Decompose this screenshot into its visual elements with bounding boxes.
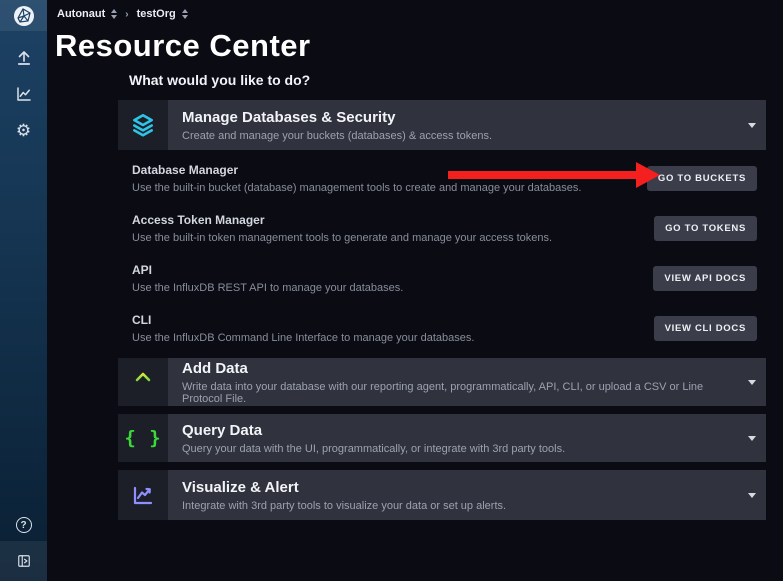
- topbar: Autonaut › testOrg: [47, 0, 783, 28]
- add-data-title: Add Data: [182, 360, 738, 377]
- manage-databases-panel[interactable]: Manage Databases & Security Create and m…: [118, 100, 766, 150]
- row-description: Use the built-in token management tools …: [132, 232, 552, 244]
- collapse-caret-icon[interactable]: [738, 100, 766, 150]
- go-to-buckets-button[interactable]: GO TO BUCKETS: [647, 166, 757, 191]
- query-data-title: Query Data: [182, 422, 738, 439]
- row-description: Use the InfluxDB Command Line Interface …: [132, 332, 474, 344]
- query-data-panel[interactable]: { } Query Data Query your data with the …: [118, 414, 766, 462]
- upload-icon: [118, 358, 168, 406]
- access-token-manager-row: Access Token Manager Use the built-in to…: [118, 203, 766, 253]
- cli-row: CLI Use the InfluxDB Command Line Interf…: [118, 303, 766, 353]
- add-data-description: Write data into your database with our r…: [182, 381, 738, 405]
- graph-nav-icon[interactable]: [13, 83, 35, 105]
- manage-panel-description: Create and manage your buckets (database…: [182, 130, 738, 142]
- page-subtitle: What would you like to do?: [129, 72, 310, 88]
- upload-nav-icon[interactable]: [13, 47, 35, 69]
- layers-icon: [118, 100, 168, 150]
- manage-detail-rows: Database Manager Use the built-in bucket…: [118, 153, 766, 353]
- influxdb-logo[interactable]: [0, 0, 47, 31]
- database-manager-row: Database Manager Use the built-in bucket…: [118, 153, 766, 203]
- braces-icon: { }: [118, 414, 168, 462]
- visualize-alert-title: Visualize & Alert: [182, 479, 738, 496]
- manage-panel-title: Manage Databases & Security: [182, 109, 738, 126]
- collapse-caret-icon[interactable]: [738, 470, 766, 520]
- gear-icon[interactable]: ⚙: [13, 119, 35, 141]
- view-api-docs-button[interactable]: VIEW API DOCS: [653, 266, 757, 291]
- breadcrumb-separator: ›: [125, 9, 128, 20]
- row-title: Access Token Manager: [132, 213, 552, 227]
- collapse-caret-icon[interactable]: [738, 414, 766, 462]
- expand-sidebar-button[interactable]: [0, 541, 47, 581]
- api-row: API Use the InfluxDB REST API to manage …: [118, 253, 766, 303]
- breadcrumb-suborg[interactable]: testOrg: [137, 8, 188, 20]
- sidebar: ⚙ ?: [0, 0, 47, 581]
- visualize-alert-panel[interactable]: Visualize & Alert Integrate with 3rd par…: [118, 470, 766, 520]
- breadcrumb-org[interactable]: Autonaut: [57, 8, 117, 20]
- add-data-panel[interactable]: Add Data Write data into your database w…: [118, 358, 766, 406]
- org-switcher-icon: [111, 9, 117, 19]
- row-title: CLI: [132, 313, 474, 327]
- visualize-alert-description: Integrate with 3rd party tools to visual…: [182, 500, 738, 512]
- collapse-caret-icon[interactable]: [738, 358, 766, 406]
- row-title: API: [132, 263, 403, 277]
- influxdb-logo-icon: [12, 4, 36, 28]
- suborg-switcher-icon: [182, 9, 188, 19]
- go-to-tokens-button[interactable]: GO TO TOKENS: [654, 216, 757, 241]
- row-description: Use the InfluxDB REST API to manage your…: [132, 282, 403, 294]
- red-arrow-annotation: [448, 162, 660, 188]
- chart-line-icon: [118, 470, 168, 520]
- help-icon[interactable]: ?: [16, 517, 32, 533]
- query-data-description: Query your data with the UI, programmati…: [182, 443, 738, 455]
- page-title: Resource Center: [55, 28, 311, 64]
- view-cli-docs-button[interactable]: VIEW CLI DOCS: [654, 316, 757, 341]
- expand-sidebar-icon: [17, 554, 31, 568]
